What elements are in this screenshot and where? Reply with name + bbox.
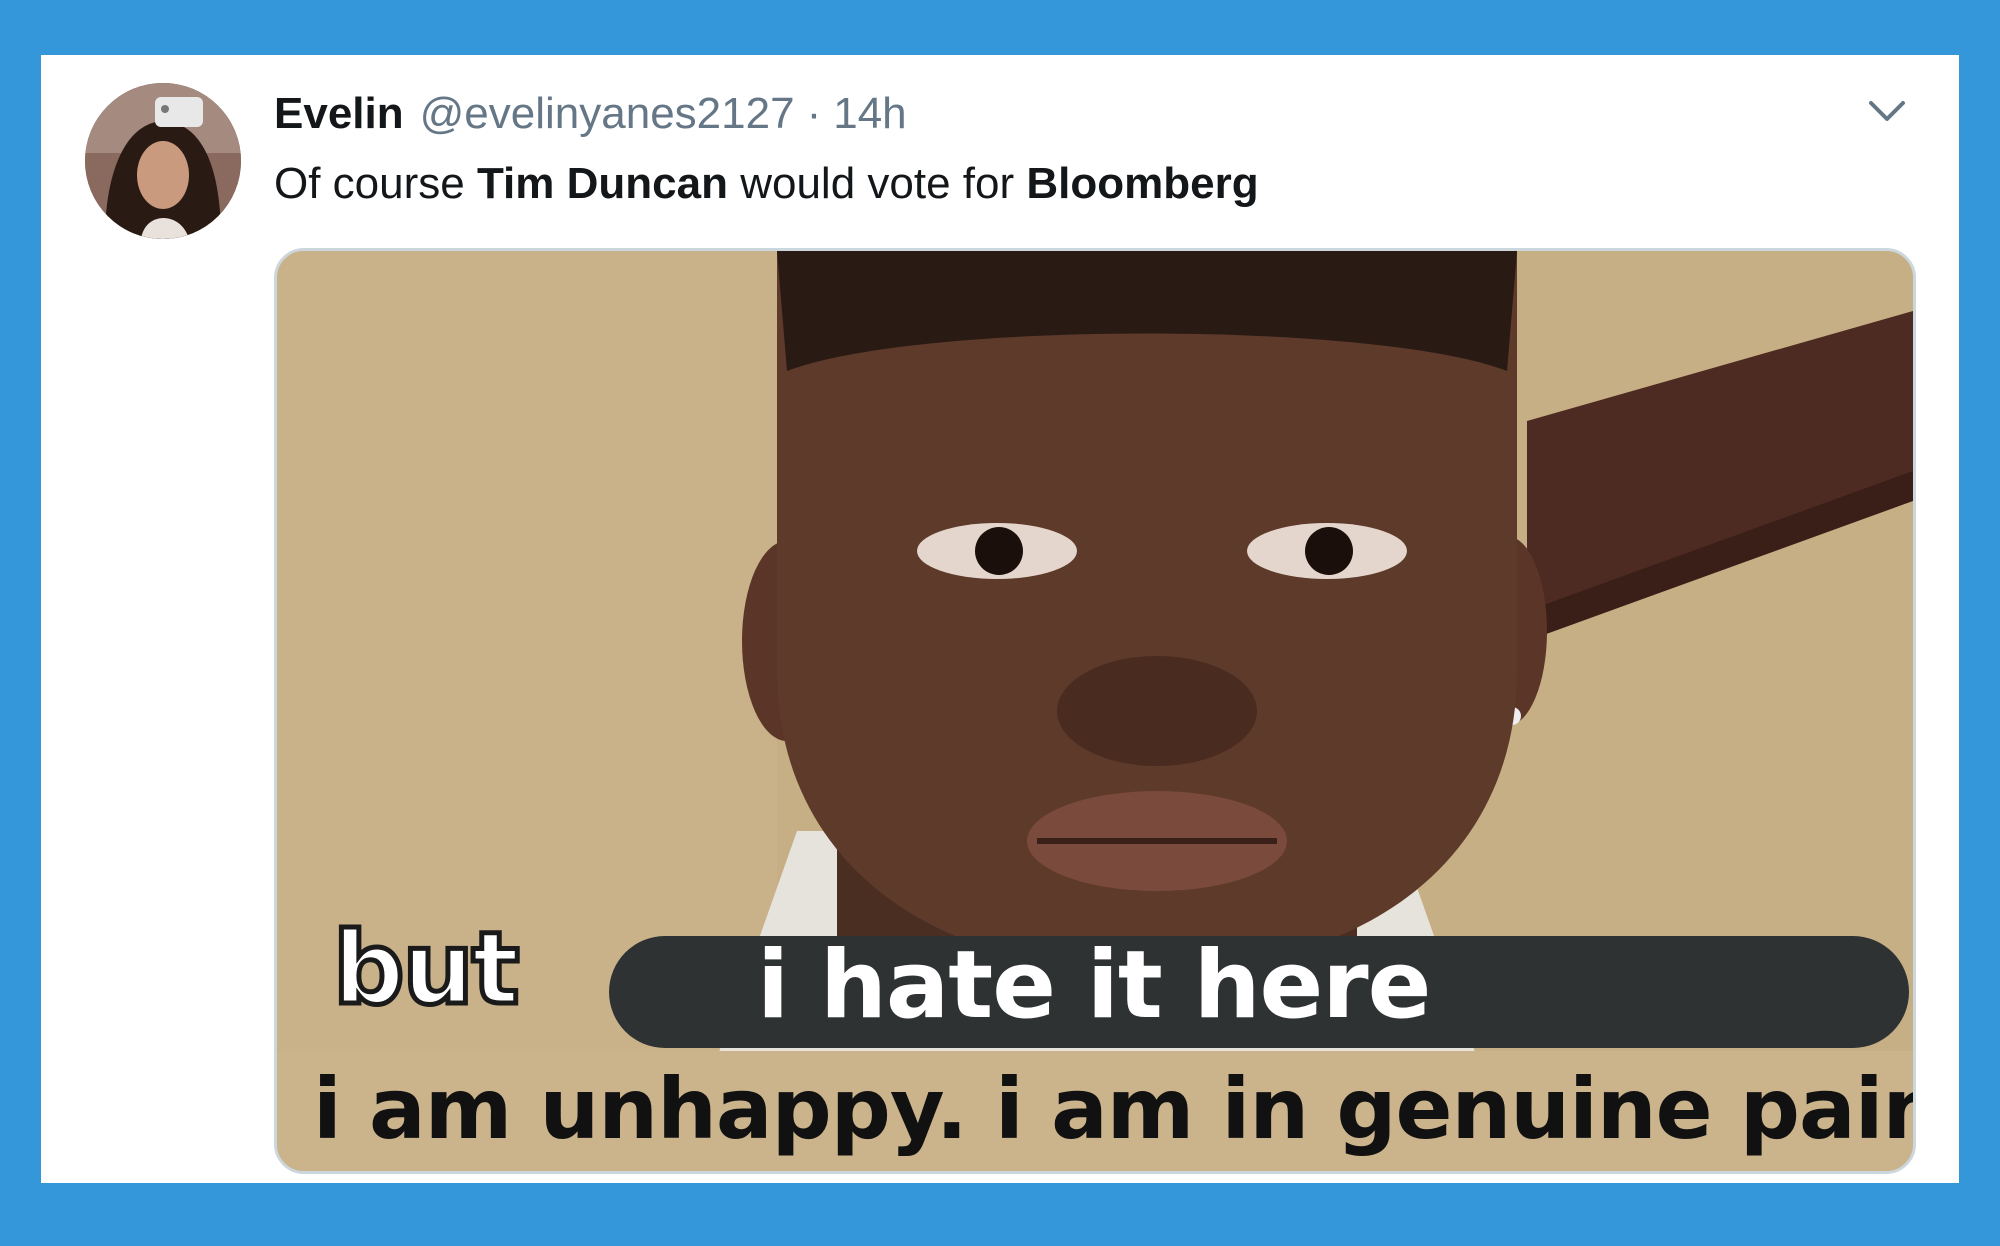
user-handle[interactable]: @evelinyanes2127 [420,89,795,139]
timestamp[interactable]: 14h [833,89,906,139]
tweet-text-part: would vote for [727,159,1027,208]
tweet-card[interactable]: Evelin @evelinyanes2127 · 14h Of course … [41,55,1959,1183]
tweet-header: Evelin @evelinyanes2127 · 14h [274,89,907,149]
avatar[interactable] [85,83,241,239]
caption-bottom: i am unhappy. i am in genuine pain. [313,1060,1916,1158]
tweet-text: Of course Tim Duncan would vote for Bloo… [274,159,1259,209]
separator-dot: · [806,89,822,138]
display-name[interactable]: Evelin [274,89,404,139]
caption-highlight: i hate it here [757,931,1431,1040]
tweet-media-image[interactable]: but i hate it here i am unhappy. i am in… [274,248,1916,1174]
mention-bloomberg: Bloomberg [1026,159,1259,208]
mention-tim-duncan: Tim Duncan [476,159,728,208]
caption-but: but [331,910,523,1027]
chevron-down-icon[interactable] [1863,91,1911,131]
tweet-text-part: Of course [274,159,477,208]
